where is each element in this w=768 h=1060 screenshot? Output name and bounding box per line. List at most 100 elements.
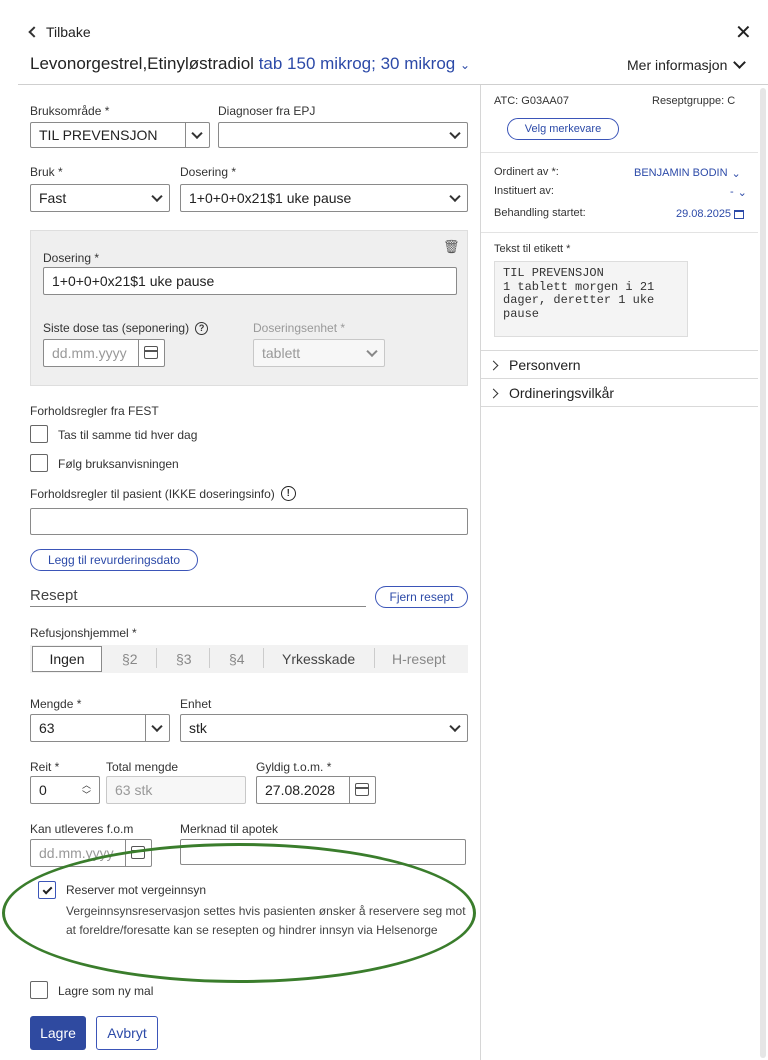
seg-divider bbox=[263, 648, 264, 668]
chevron-down-icon: ⌄ bbox=[737, 187, 747, 199]
calendar-icon bbox=[734, 209, 745, 219]
side-divider-4 bbox=[481, 378, 758, 379]
dosering-panel-label: Dosering * bbox=[43, 251, 100, 265]
instituert-label: Instituert av: bbox=[494, 185, 554, 197]
side-divider-1 bbox=[481, 152, 758, 153]
dosering-panel: 🗑 Dosering * 1+0+0+0x21$1 uke pause Sist… bbox=[30, 230, 468, 386]
chevron-down-icon bbox=[733, 55, 747, 69]
chevron-down-icon: ⌄ bbox=[459, 58, 471, 72]
siste-dose-label: Siste dose tas (seponering) ? bbox=[43, 321, 209, 335]
calendar-button[interactable] bbox=[349, 777, 375, 803]
forholdsregler-pasient-label: Forholdsregler til pasient (IKKE doserin… bbox=[30, 486, 296, 501]
doseringsenhet-label: Doseringsenhet * bbox=[253, 321, 346, 335]
back-link[interactable]: Tilbake bbox=[28, 24, 91, 40]
mengde-select[interactable]: 63 bbox=[30, 714, 170, 742]
seg-divider bbox=[156, 648, 157, 668]
cancel-button[interactable]: Avbryt bbox=[96, 1016, 158, 1050]
drug-strength-select[interactable]: tab 150 mikrog; 30 mikrog ⌄ bbox=[259, 54, 470, 73]
side-divider-3 bbox=[481, 350, 758, 351]
doseringsenhet-select[interactable]: tablett bbox=[253, 339, 385, 367]
chevron-right-icon bbox=[488, 388, 499, 398]
save-button[interactable]: Lagre bbox=[30, 1016, 86, 1050]
mengde-label: Mengde * bbox=[30, 697, 82, 711]
refusjon-option-yrkesskade[interactable]: Yrkesskade bbox=[282, 651, 355, 667]
revurdering-button[interactable]: Legg til revurderingsdato bbox=[30, 549, 198, 571]
calendar-icon bbox=[144, 346, 158, 359]
dosering-text-input[interactable]: 1+0+0+0x21$1 uke pause bbox=[43, 267, 457, 295]
refusjon-option-h-resept[interactable]: H-resept bbox=[392, 651, 446, 667]
more-info-toggle[interactable]: Mer informasjon bbox=[627, 55, 747, 73]
gyldig-label: Gyldig t.o.m. * bbox=[256, 760, 332, 774]
gyldig-date-input[interactable]: 27.08.2028 bbox=[256, 776, 376, 804]
behandling-date[interactable]: 29.08.2025 bbox=[676, 208, 745, 220]
fest-checkbox-1[interactable] bbox=[30, 425, 48, 443]
section-personvern[interactable]: Personvern bbox=[488, 357, 581, 373]
forholdsregler-pasient-input[interactable] bbox=[30, 508, 468, 535]
total-mengde-label: Total mengde bbox=[106, 760, 179, 774]
calendar-button[interactable] bbox=[138, 340, 164, 366]
reserver-checkbox[interactable] bbox=[38, 881, 56, 899]
dosering-select[interactable]: 1+0+0+0x21$1 uke pause bbox=[180, 184, 468, 212]
reit-label: Reit * bbox=[30, 760, 60, 774]
bruksomrade-select[interactable]: TIL PREVENSJON bbox=[30, 122, 210, 148]
chevron-down-icon bbox=[151, 720, 163, 733]
checkmark-icon bbox=[42, 884, 52, 894]
info-icon[interactable]: ! bbox=[280, 486, 296, 501]
seg-divider bbox=[209, 648, 210, 668]
refusjon-option-ingen[interactable]: Ingen bbox=[32, 646, 102, 672]
merknad-label: Merknad til apotek bbox=[180, 822, 279, 836]
siste-dose-date-input[interactable]: dd.mm.yyyy bbox=[43, 339, 165, 367]
fest-label: Forholdsregler fra FEST bbox=[30, 404, 159, 418]
stepper-arrows-icon[interactable]: ︿ ﹀ bbox=[82, 780, 91, 800]
seg-divider bbox=[374, 648, 375, 668]
fjern-resept-button[interactable]: Fjern resept bbox=[375, 586, 468, 608]
instituert-select[interactable]: - ⌄ bbox=[730, 186, 747, 199]
atc-code: ATC: G03AA07 bbox=[494, 95, 569, 107]
chevron-down-icon bbox=[449, 190, 461, 203]
diagnoser-select[interactable] bbox=[218, 122, 468, 148]
enhet-select[interactable]: stk bbox=[180, 714, 468, 742]
chevron-down-icon bbox=[449, 127, 461, 140]
etikett-label: Tekst til etikett * bbox=[494, 243, 571, 255]
ordinert-select[interactable]: BENJAMIN BODIN ⌄ bbox=[634, 167, 741, 180]
resept-heading: Resept bbox=[30, 587, 78, 604]
etikett-textarea[interactable]: TIL PREVENSJON 1 tablett morgen i 21 dag… bbox=[494, 261, 688, 337]
behandling-label: Behandling startet: bbox=[494, 207, 586, 219]
dosering-label: Dosering * bbox=[180, 165, 237, 179]
calendar-icon bbox=[355, 783, 369, 796]
fest-item-2: Følg bruksanvisningen bbox=[58, 457, 179, 471]
chevron-down-icon bbox=[366, 345, 378, 358]
reserver-help-text: Vergeinnsynsreservasjon settes hvis pasi… bbox=[66, 904, 466, 937]
lagre-mal-label: Lagre som ny mal bbox=[58, 984, 154, 998]
refusjon-option-2[interactable]: §2 bbox=[122, 651, 138, 667]
chevron-down-icon bbox=[151, 190, 163, 203]
section-ordineringsvilkar[interactable]: Ordineringsvilkår bbox=[488, 385, 614, 401]
lagre-mal-checkbox[interactable] bbox=[30, 981, 48, 999]
refusjon-option-3[interactable]: §3 bbox=[176, 651, 192, 667]
reit-stepper[interactable]: 0 ︿ ﹀ bbox=[30, 776, 100, 804]
velg-merkevare-button[interactable]: Velg merkevare bbox=[507, 118, 619, 140]
diagnoser-label: Diagnoser fra EPJ bbox=[218, 104, 316, 118]
drug-name: Levonorgestrel,Etinyløstradiol bbox=[30, 54, 254, 73]
chevron-down-icon: ⌄ bbox=[731, 168, 741, 180]
bruk-label: Bruk * bbox=[30, 165, 63, 179]
fest-checkbox-2[interactable] bbox=[30, 454, 48, 472]
reseptgruppe: Reseptgruppe: C bbox=[652, 95, 736, 107]
chevron-left-icon bbox=[28, 26, 40, 38]
trash-icon[interactable]: 🗑 bbox=[443, 239, 460, 255]
back-label: Tilbake bbox=[46, 24, 91, 40]
ordinert-label: Ordinert av *: bbox=[494, 166, 559, 178]
refusjon-label: Refusjonshjemmel * bbox=[30, 626, 137, 640]
close-icon[interactable]: ✕ bbox=[735, 20, 752, 45]
enhet-label: Enhet bbox=[180, 697, 212, 711]
scrollbar[interactable] bbox=[760, 88, 766, 1058]
chevron-down-icon bbox=[449, 720, 461, 733]
refusjon-option-4[interactable]: §4 bbox=[229, 651, 245, 667]
help-icon[interactable]: ? bbox=[195, 321, 209, 335]
dropdown-button[interactable] bbox=[145, 715, 169, 741]
resept-divider bbox=[30, 606, 366, 607]
page-title: Levonorgestrel,Etinyløstradiol tab 150 m… bbox=[30, 54, 470, 74]
bruk-select[interactable]: Fast bbox=[30, 184, 170, 212]
side-divider-5 bbox=[481, 406, 758, 407]
dropdown-button[interactable] bbox=[185, 123, 209, 147]
